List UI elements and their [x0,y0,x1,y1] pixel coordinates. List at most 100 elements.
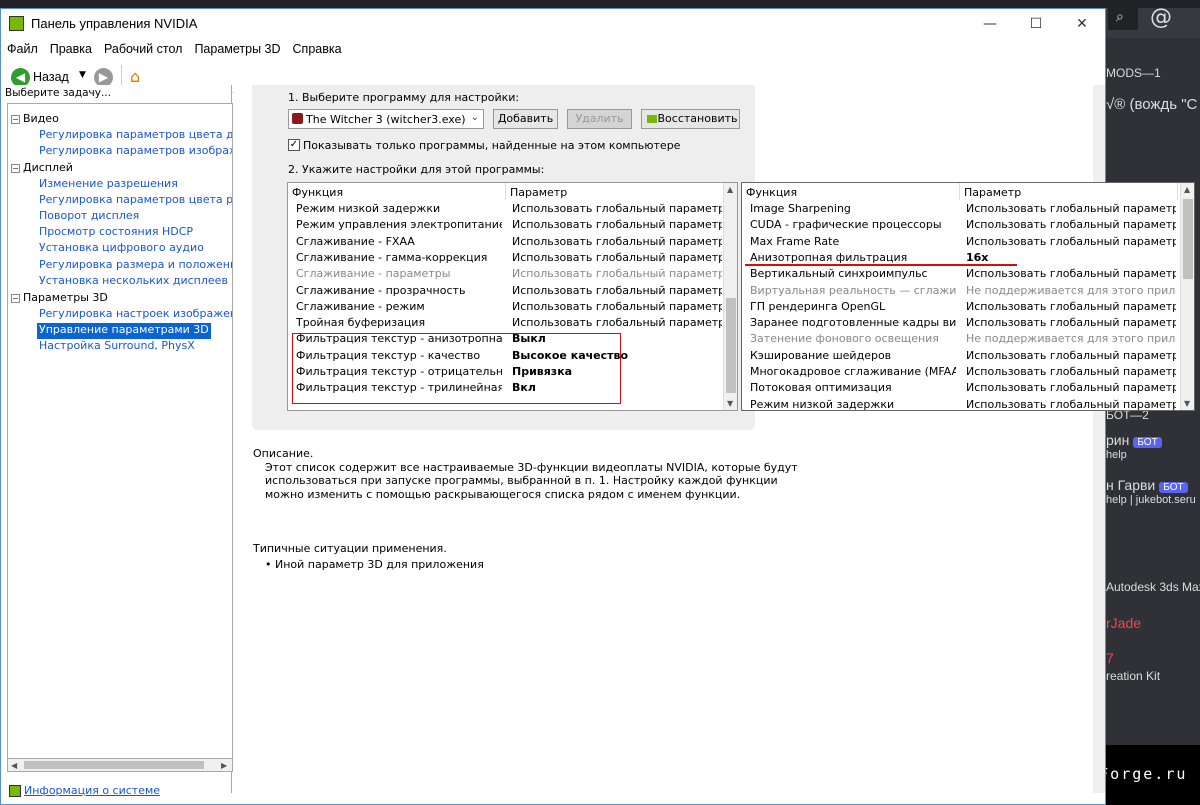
table-row[interactable]: Image Sharpening Использовать глобальный … [742,202,1178,218]
tree-item[interactable]: Регулировка параметров цвета рабочег [39,193,232,209]
system-info[interactable]: Информация о системе [9,784,160,797]
tree-item[interactable]: Поворот дисплея [39,209,139,225]
row-param[interactable]: Использовать глобальный параметр (On) [966,235,1176,248]
add-program-button[interactable]: Добавить [493,109,558,129]
row-function: Виртуальная реальность — сглаживани... [750,283,956,297]
row-param[interactable]: Использовать глобальный параметр (Вк... [966,349,1176,362]
typical-item: • Иной параметр 3D для приложения [265,557,484,571]
column-header-function[interactable]: Функция [288,183,506,200]
collapse-icon[interactable]: − [11,293,20,303]
row-param[interactable]: Использовать глобальный параметр (В... [512,202,722,215]
row-param[interactable]: Использовать глобальный параметр (Вкл) [512,251,722,264]
row-param[interactable]: Использовать глобальный параметр (В... [966,398,1176,410]
table-row[interactable]: Режим низкой задержки Использовать глобал… [742,398,1178,410]
tree-item[interactable]: Регулировка параметров цвета для вид [39,128,232,144]
menu-help[interactable]: Справка [287,39,348,59]
scroll-thumb[interactable] [24,761,204,769]
menu-3d-settings[interactable]: Параметры 3D [188,39,286,59]
restore-button[interactable]: Восстановить [641,109,740,129]
table-scrollbar[interactable]: ▲ ▼ [1180,183,1194,410]
close-button[interactable]: ✕ [1059,9,1105,39]
tree-item-selected[interactable]: Управление параметрами 3D [37,323,211,339]
chevron-down-icon[interactable]: ⌄ [471,112,479,123]
row-param[interactable]: Использовать глобальный параметр (В... [512,235,722,248]
column-header-param[interactable]: Параметр [506,183,724,200]
scroll-thumb[interactable] [726,298,736,393]
table-scrollbar[interactable]: ▲ ▼ [723,183,737,410]
table-row[interactable]: Сглаживание - FXAA Использовать глобальны… [288,235,724,251]
column-header-param[interactable]: Параметр [960,183,1178,200]
table-row[interactable]: Вертикальный синхроимпульс Использовать г… [742,267,1178,283]
tree-horizontal-scrollbar[interactable]: ◀ ▶ [7,758,233,772]
row-param[interactable]: Не поддерживается для этого приложе... [966,332,1176,345]
table-row[interactable]: Режим управления электропитанием Использо… [288,218,724,234]
table-row[interactable]: Виртуальная реальность — сглаживани... Не… [742,284,1178,300]
tree-item[interactable]: Просмотр состояния HDCP [39,225,193,241]
tree-item[interactable]: Изменение разрешения [39,177,178,193]
tree-item[interactable]: Регулировка размера и положения рабо [39,258,232,274]
collapse-icon[interactable]: − [11,114,20,124]
table-row[interactable]: Режим низкой задержки Использовать глобал… [288,202,724,218]
collapse-icon[interactable]: − [11,163,20,173]
row-param[interactable]: Использовать глобальный параметр (О... [512,218,722,231]
minimize-button[interactable]: — [967,9,1013,39]
table-row[interactable]: Сглаживание - режим Использовать глобальн… [288,300,724,316]
row-param[interactable]: Использовать глобальный параметр (Off) [966,202,1176,215]
menu-file[interactable]: Файл [1,39,44,59]
table-row[interactable]: CUDA - графические процессоры Использоват… [742,218,1178,234]
tree-item[interactable]: Регулировка параметров изображения , [39,144,232,160]
table-row[interactable]: Max Frame Rate Использовать глобальный па… [742,235,1178,251]
tree-item[interactable]: Регулировка настроек изображения с п [39,307,232,323]
back-button-label[interactable]: Назад [33,70,69,84]
background-top-bar [0,0,1200,8]
tree-item[interactable]: Установка цифрового аудио [39,241,204,257]
row-param[interactable]: Использовать глобальный параметр (В... [512,284,722,297]
show-only-found-checkbox[interactable]: ✓ [288,139,300,151]
row-param[interactable]: Использовать глобальный параметр (А... [966,300,1176,313]
row-param[interactable]: Использовать глобальный параметр (И... [966,267,1176,280]
row-param[interactable]: Не поддерживается для этого приложе... [966,284,1176,297]
table-row[interactable]: Сглаживание - гамма-коррекция Использоват… [288,251,724,267]
back-dropdown-icon[interactable]: ▼ [79,70,86,80]
scroll-down-icon[interactable]: ▼ [727,399,733,408]
row-function: Режим управления электропитанием [296,218,502,232]
row-param[interactable]: 16x [966,251,1176,264]
tree-group-video[interactable]: − Видео [11,112,59,127]
row-param[interactable]: Использовать глобальный параметр (В... [512,316,722,329]
row-param[interactable]: Использовать глобальный параметр (Все) [966,218,1176,231]
maximize-button[interactable]: ☐ [1013,9,1059,39]
row-param[interactable]: Использовать глобальный параметр (А... [966,381,1176,394]
scroll-up-icon[interactable]: ▲ [727,185,733,194]
home-icon[interactable]: ⌂ [130,67,150,87]
row-param[interactable]: Использовать глобальный параметр (В... [966,365,1176,378]
table-row[interactable]: ГП рендеринга OpenGL Использовать глобаль… [742,300,1178,316]
scroll-right-icon[interactable]: ▶ [221,761,227,770]
tree-item[interactable]: Установка нескольких дисплеев [39,274,228,290]
scroll-thumb[interactable] [1183,199,1193,279]
step2-label: 2. Укажите настройки для этой программы: [288,163,545,176]
remove-program-button[interactable]: Удалить [567,109,632,129]
row-param[interactable]: Использовать глобальный параметр (У... [512,267,722,280]
tree-group-3d-settings[interactable]: − Параметры 3D [11,291,108,306]
row-param[interactable]: Использовать глобальный параметр (1) [966,316,1176,329]
table-row[interactable]: Затенение фонового освещения Не поддержив… [742,332,1178,348]
tree-group-display[interactable]: − Дисплей [11,161,73,176]
program-select[interactable]: The Witcher 3 (witcher3.exe) ⌄ [288,109,484,129]
table-row[interactable]: Тройная буферизация Использовать глобальн… [288,316,724,332]
scroll-up-icon[interactable]: ▲ [1184,185,1190,194]
scroll-down-icon[interactable]: ▼ [1184,399,1190,408]
menu-edit[interactable]: Правка [44,39,98,59]
table-row[interactable]: Многокадровое сглаживание (MFAA) Использо… [742,365,1178,381]
table-row[interactable]: Потоковая оптимизация Использовать глобал… [742,381,1178,397]
tree-item[interactable]: Настройка Surround, PhysX [39,339,195,355]
scroll-left-icon[interactable]: ◀ [11,761,17,770]
table-row[interactable]: Кэширование шейдеров Использовать глобаль… [742,349,1178,365]
bg-user: рин БОТ [1106,432,1162,448]
menu-desktop[interactable]: Рабочий стол [98,39,188,59]
table-row[interactable]: Сглаживание - прозрачность Использовать г… [288,284,724,300]
system-info-link[interactable]: Информация о системе [24,784,160,797]
column-header-function[interactable]: Функция [742,183,960,200]
table-row[interactable]: Сглаживание - параметры Использовать глоб… [288,267,724,283]
table-row[interactable]: Заранее подготовленные кадры виртуа... Ис… [742,316,1178,332]
row-param[interactable]: Использовать глобальный параметр (У... [512,300,722,313]
